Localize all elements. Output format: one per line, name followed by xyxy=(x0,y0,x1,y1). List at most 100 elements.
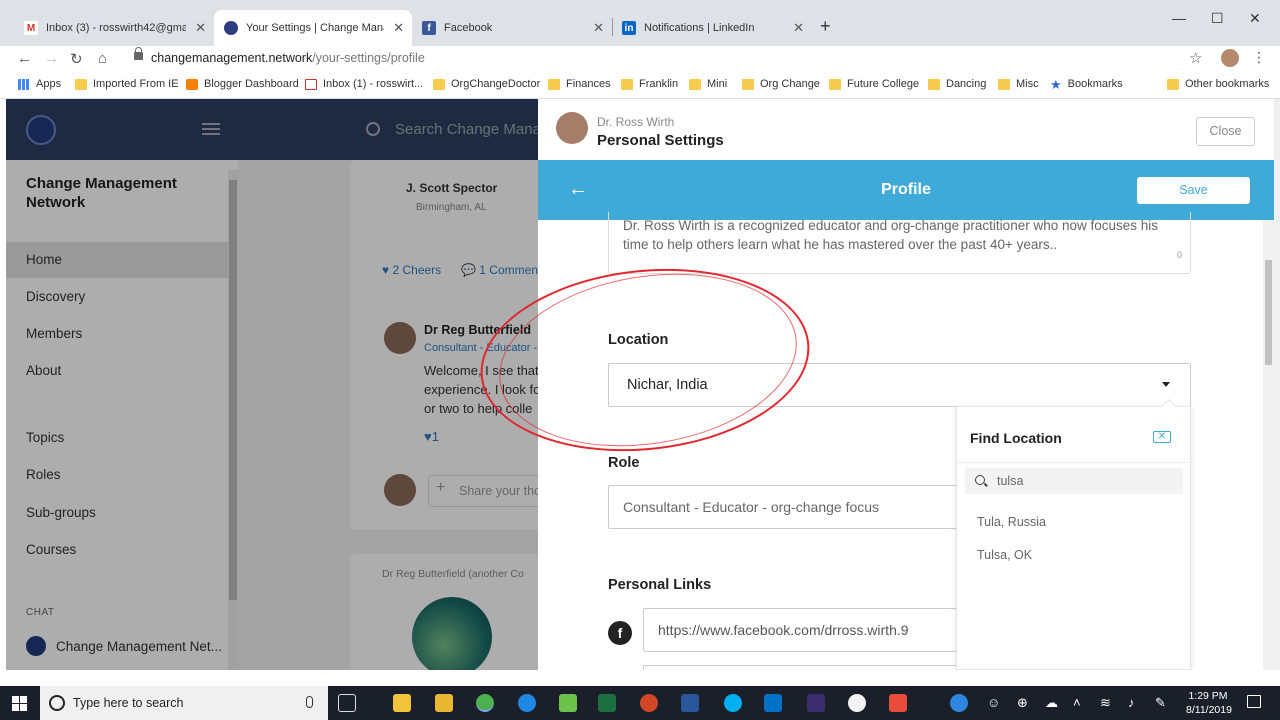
gmail-icon: M xyxy=(24,21,38,35)
divider xyxy=(957,462,1190,463)
location-search-input[interactable]: tulsa xyxy=(965,468,1183,494)
close-icon[interactable]: ✕ xyxy=(593,20,604,36)
folder-icon xyxy=(689,78,701,90)
windows-start-icon[interactable] xyxy=(12,696,27,711)
bookmark-label: Finances xyxy=(566,78,611,90)
edge-icon[interactable] xyxy=(518,694,536,712)
notes-app-icon[interactable] xyxy=(435,694,453,712)
clear-icon[interactable]: ✕ xyxy=(1153,431,1171,443)
new-tab-button[interactable]: + xyxy=(820,16,831,37)
word-icon[interactable] xyxy=(681,694,699,712)
blogger-icon xyxy=(186,78,198,90)
close-icon[interactable]: ✕ xyxy=(793,20,804,36)
bookmark-misc[interactable]: Misc xyxy=(998,78,1039,90)
people-icon[interactable]: ☺ xyxy=(987,695,1000,710)
camtasia-icon[interactable] xyxy=(559,694,577,712)
notifications-icon[interactable] xyxy=(1247,695,1261,708)
outlook-icon[interactable] xyxy=(764,694,782,712)
menu-icon[interactable]: ⋮ xyxy=(1252,49,1266,66)
dropdown-title: Find Location xyxy=(970,430,1062,446)
chevron-up-icon[interactable]: ˄ xyxy=(1073,695,1081,710)
tab-settings[interactable]: Your Settings | Change Management ✕ xyxy=(214,10,412,46)
search-icon xyxy=(975,475,985,485)
folder-icon xyxy=(621,78,633,90)
onedrive-icon[interactable]: ☁ xyxy=(1045,695,1058,711)
bookmark-label: Inbox (1) - rosswirt... xyxy=(323,78,424,90)
taskbar-search[interactable]: Type here to search xyxy=(40,686,328,720)
bookmark-inbox[interactable]: Inbox (1) - rosswirt... xyxy=(305,78,423,90)
file-explorer-icon[interactable] xyxy=(393,694,411,712)
system-clock[interactable]: 1:29 PM 8/11/2019 xyxy=(1186,689,1232,717)
powerpoint-icon[interactable] xyxy=(640,694,658,712)
bookmark-label: Apps xyxy=(36,78,62,90)
location-tray-icon[interactable]: ⊕ xyxy=(1017,695,1028,711)
app-icon[interactable] xyxy=(807,694,825,712)
snagit-icon[interactable] xyxy=(889,694,907,712)
bookmark-label: Bookmarks xyxy=(1067,78,1123,90)
bookmark-mini[interactable]: Mini xyxy=(689,78,727,90)
bookmark-other[interactable]: Other bookmarks xyxy=(1167,78,1269,90)
bookmark-orgchangedoctor[interactable]: OrgChangeDoctor xyxy=(433,78,540,90)
reload-icon[interactable]: ↻ xyxy=(70,50,83,68)
task-view-icon[interactable] xyxy=(338,694,356,712)
maximize-icon[interactable]: ☐ xyxy=(1211,10,1224,27)
folder-icon xyxy=(433,78,445,90)
window-scrollbar[interactable] xyxy=(1274,99,1280,670)
url-field[interactable]: changemanagement.network/your-settings/p… xyxy=(151,51,425,65)
minimize-icon[interactable]: — xyxy=(1172,10,1186,26)
bookmark-apps[interactable]: Apps xyxy=(18,78,61,90)
excel-icon[interactable] xyxy=(598,694,616,712)
close-icon[interactable]: ✕ xyxy=(393,20,404,36)
panel-scrollbar[interactable] xyxy=(1263,220,1274,670)
bookmark-franklin[interactable]: Franklin xyxy=(621,78,678,90)
folder-icon xyxy=(742,78,754,90)
microphone-icon[interactable] xyxy=(306,696,313,708)
tab-label: Your Settings | Change Management xyxy=(246,22,384,34)
bookmark-finances[interactable]: Finances xyxy=(548,78,611,90)
window-close-icon[interactable]: ✕ xyxy=(1249,10,1261,27)
profile-avatar[interactable] xyxy=(1221,49,1239,67)
folder-icon xyxy=(548,78,560,90)
chrome-icon[interactable] xyxy=(476,694,494,712)
folder-icon xyxy=(1167,78,1179,90)
bio-textarea[interactable]: Dr. Ross Wirth is a recognized educator … xyxy=(608,212,1191,274)
home-icon[interactable]: ⌂ xyxy=(98,50,107,67)
save-button[interactable]: Save xyxy=(1137,177,1250,204)
lock-icon xyxy=(134,47,143,60)
location-option[interactable]: Tulsa, OK xyxy=(977,548,1032,562)
bookmark-imported[interactable]: Imported From IE xyxy=(75,78,179,90)
dropdown-caret-icon[interactable] xyxy=(1162,382,1170,387)
tab-facebook[interactable]: f Facebook ✕ xyxy=(412,10,612,46)
help-icon[interactable] xyxy=(950,694,968,712)
wifi-icon[interactable]: ≋ xyxy=(1100,695,1111,711)
close-button[interactable]: Close xyxy=(1196,117,1255,146)
bookmark-org-change[interactable]: Org Change xyxy=(742,78,820,90)
bookmark-dancing[interactable]: Dancing xyxy=(928,78,986,90)
back-icon[interactable]: ← xyxy=(17,50,32,67)
user-name: Dr. Ross Wirth xyxy=(597,115,675,129)
skype-icon[interactable] xyxy=(724,694,742,712)
bookmark-label: Org Change xyxy=(760,78,820,90)
tab-gmail[interactable]: M Inbox (3) - rosswirth42@gmail.com ✕ xyxy=(14,10,214,46)
itunes-icon[interactable] xyxy=(848,694,866,712)
location-option[interactable]: Tula, Russia xyxy=(977,515,1046,529)
modal-overlay[interactable] xyxy=(6,99,538,670)
bookmark-blogger[interactable]: Blogger Dashboard xyxy=(186,78,299,90)
scrollbar-thumb[interactable] xyxy=(1265,260,1272,365)
bookmark-future-college[interactable]: Future College xyxy=(829,78,919,90)
bookmark-bookmarks[interactable]: ★ Bookmarks xyxy=(1050,77,1123,92)
facebook-icon: f xyxy=(608,621,632,645)
bookmark-label: Imported From IE xyxy=(93,78,179,90)
forward-icon[interactable]: → xyxy=(44,50,59,67)
tab-label: Notifications | LinkedIn xyxy=(644,22,755,34)
bookmark-label: OrgChangeDoctor xyxy=(451,78,541,90)
bookmark-star-icon[interactable]: ☆ xyxy=(1189,49,1202,67)
location-label: Location xyxy=(608,332,669,348)
volume-icon[interactable]: ♪ xyxy=(1128,695,1135,710)
folder-icon xyxy=(829,78,841,90)
location-select[interactable]: Nichar, India xyxy=(608,363,1191,407)
tab-linkedin[interactable]: in Notifications | LinkedIn ✕ xyxy=(612,10,812,46)
pen-icon[interactable]: ✎ xyxy=(1155,695,1166,711)
close-icon[interactable]: ✕ xyxy=(195,20,206,36)
folder-icon xyxy=(928,78,940,90)
